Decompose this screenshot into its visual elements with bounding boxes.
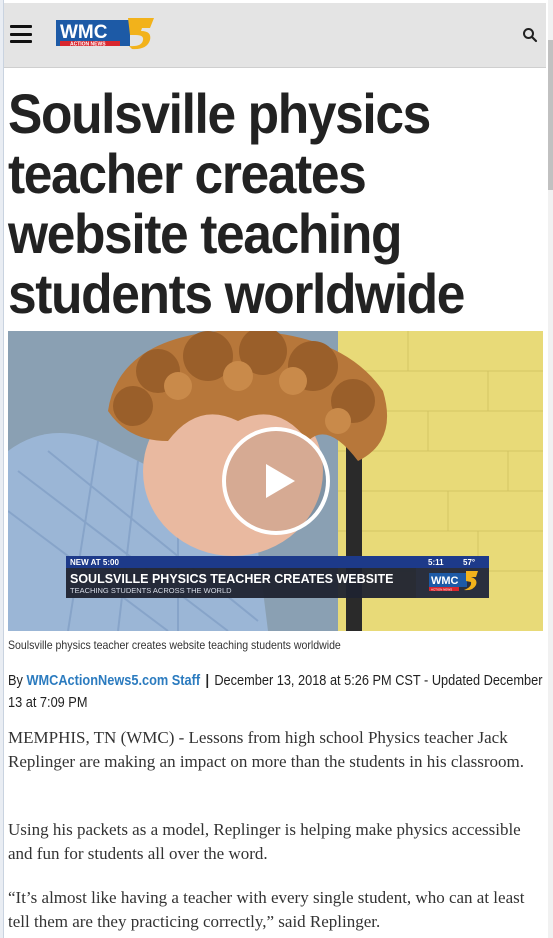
article-headline: Soulsville physics teacher creates websi…: [8, 82, 465, 325]
page-scrollbar[interactable]: [548, 0, 553, 938]
byline-separator: |: [205, 673, 210, 689]
svg-text:WMC: WMC: [431, 575, 459, 587]
svg-text:57°: 57°: [463, 558, 475, 567]
play-icon[interactable]: [221, 426, 331, 536]
article-paragraph-1: MEMPHIS, TN (WMC) - Lessons from high sc…: [8, 728, 525, 771]
site-header: WMC ACTION NEWS 5: [4, 3, 546, 68]
scrollbar-thumb[interactable]: [548, 40, 553, 190]
wmc-action-news-5-logo[interactable]: WMC ACTION NEWS 5: [56, 16, 156, 52]
article-byline: By WMCActionNews5.com Staff | December 1…: [8, 670, 545, 714]
author-link[interactable]: WMCActionNews5.com Staff: [26, 673, 200, 689]
byline-prefix: By: [8, 673, 23, 689]
svg-text:ACTION NEWS: ACTION NEWS: [70, 42, 106, 48]
svg-text:SOULSVILLE PHYSICS TEACHER CRE: SOULSVILLE PHYSICS TEACHER CREATES WEBSI…: [70, 572, 393, 586]
article-paragraph-3: “It’s almost like having a teacher with …: [8, 888, 525, 931]
video-caption: Soulsville physics teacher creates websi…: [8, 638, 341, 652]
article-video[interactable]: NEW AT 5:00 5:11 57° SOULSVILLE PHYSICS …: [8, 331, 543, 631]
browser-frame-edge: [0, 0, 4, 938]
svg-text:5:11: 5:11: [428, 558, 444, 567]
article-paragraph-2: Using his packets as a model, Replinger …: [8, 820, 521, 863]
svg-text:NEW AT 5:00: NEW AT 5:00: [70, 558, 119, 567]
svg-text:ACTION NEWS: ACTION NEWS: [431, 588, 452, 592]
menu-icon[interactable]: [10, 25, 32, 43]
svg-text:WMC: WMC: [60, 22, 108, 43]
search-icon[interactable]: [522, 27, 538, 43]
svg-text:TEACHING STUDENTS ACROSS THE W: TEACHING STUDENTS ACROSS THE WORLD: [70, 586, 232, 595]
